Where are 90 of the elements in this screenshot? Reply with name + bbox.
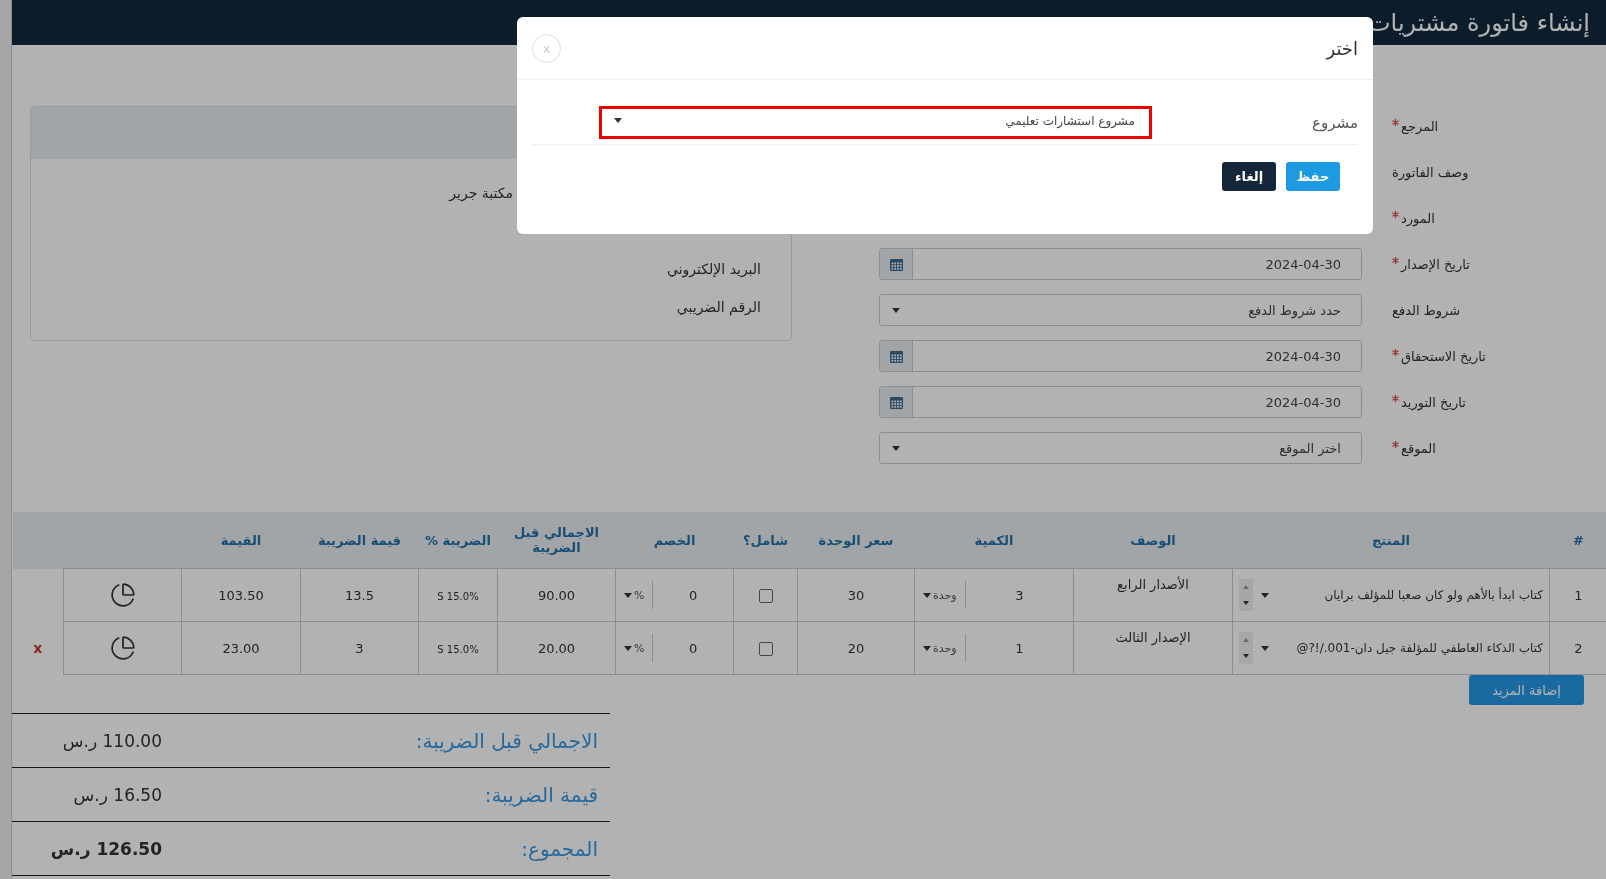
required-asterisk-icon xyxy=(1392,394,1399,402)
required-asterisk-icon xyxy=(1392,118,1399,126)
select-field[interactable]: اختر الموقع xyxy=(879,432,1362,464)
table-cell: 2 xyxy=(1549,621,1606,675)
caret-icon xyxy=(892,445,900,451)
discount-type-select[interactable]: % xyxy=(616,588,653,602)
checkbox[interactable] xyxy=(758,641,773,656)
table-cell: الأصدار الرابع xyxy=(1073,568,1233,622)
column-header: الكمية xyxy=(914,512,1074,569)
discount-value: 0 xyxy=(688,640,699,656)
quantity-value: 1 xyxy=(1014,640,1025,656)
field-label: شروط الدفع xyxy=(1392,302,1461,318)
unit-select[interactable]: وحدة xyxy=(915,588,965,602)
total-amount: 16.50 ر.س xyxy=(72,784,162,805)
required-asterisk-icon xyxy=(1392,440,1399,448)
table-cell: 30 xyxy=(797,568,915,622)
select-field[interactable]: حدد شروط الدفع xyxy=(879,294,1362,326)
unit-select[interactable]: وحدة xyxy=(915,641,965,655)
field-label: الموقع xyxy=(1401,440,1436,456)
required-asterisk-icon xyxy=(1392,256,1399,264)
date-field[interactable]: 2024-04-30 xyxy=(879,386,1362,418)
column-header: قيمة الضريبة xyxy=(300,512,419,569)
field-label: مشروع xyxy=(1311,113,1358,132)
column-header: المنتج xyxy=(1232,512,1550,569)
quantity-value: 3 xyxy=(1014,587,1025,603)
calendar-button[interactable] xyxy=(880,341,913,371)
total-label: قيمة الضريبة: xyxy=(484,782,598,807)
delete-button[interactable]: x xyxy=(33,640,43,656)
spinner-arrows-icon[interactable] xyxy=(1239,579,1253,611)
caret-icon xyxy=(614,118,622,123)
table-cell: 90.00 xyxy=(497,568,616,622)
date-field[interactable]: 2024-04-30 xyxy=(879,340,1362,372)
pie-chart-icon[interactable] xyxy=(109,635,136,661)
required-asterisk-icon xyxy=(1392,210,1399,218)
field-label: تاريخ الإصدار xyxy=(1401,256,1470,272)
column-header: الخصم xyxy=(615,512,734,569)
column-header: القيمة xyxy=(181,512,301,569)
info-label: الرقم الضريبي xyxy=(675,299,761,315)
product-name: كتاب ابدأ بالأهم ولو كان صعبا للمؤلف برايان xyxy=(1323,588,1543,602)
calendar-icon xyxy=(889,349,903,363)
table-cell: 23.00 xyxy=(181,621,301,675)
column-header: شامل؟ xyxy=(733,512,798,569)
table-cell: 20 xyxy=(797,621,915,675)
total-amount: 110.00 ر.س xyxy=(61,730,162,751)
caret-icon xyxy=(923,645,931,651)
column-header: # xyxy=(1549,512,1606,569)
field-label: المورد xyxy=(1401,210,1435,226)
table-cell: 3 xyxy=(300,621,419,675)
tax-rate-select[interactable]: S 15.0% xyxy=(437,590,479,602)
discount-type-select[interactable]: % xyxy=(616,641,653,655)
field-label: وصف الفاتورة xyxy=(1392,164,1469,180)
tax-rate-select[interactable]: S 15.0% xyxy=(437,643,479,655)
caret-icon xyxy=(923,592,931,598)
table-cell: 13.5 xyxy=(300,568,419,622)
table-cell: 20.00 xyxy=(497,621,616,675)
checkbox[interactable] xyxy=(758,588,773,603)
calendar-icon xyxy=(889,395,903,409)
column-header: الوصف xyxy=(1073,512,1233,569)
caret-icon xyxy=(624,645,632,651)
modal-button[interactable]: إلغاء xyxy=(1222,162,1276,191)
product-name: كتاب الذكاء العاطفي للمؤلفة جيل دان-001./!?@ xyxy=(1295,641,1543,655)
table-cell: الإصدار الثالث xyxy=(1073,621,1233,675)
caret-icon xyxy=(892,307,900,313)
field-label: تاريخ الاستحقاق xyxy=(1401,348,1486,364)
dropdown-caret-icon xyxy=(1261,592,1269,598)
page-title: إنشاء فاتورة مشتريات xyxy=(1368,8,1590,37)
total-amount: 126.50 ر.س xyxy=(49,838,162,859)
field-label: المرجع xyxy=(1401,118,1439,134)
total-label: الاجمالي قبل الضريبة: xyxy=(415,728,598,753)
caret-icon xyxy=(624,592,632,598)
total-label: المجموع: xyxy=(521,836,598,861)
info-label: البريد الإلكتروني xyxy=(666,261,761,277)
discount-value: 0 xyxy=(688,587,699,603)
calendar-button[interactable] xyxy=(880,387,913,417)
calendar-icon xyxy=(889,257,903,271)
table-cell: 1 xyxy=(1549,568,1606,622)
pie-chart-icon[interactable] xyxy=(109,582,136,608)
modal-title: اختر xyxy=(1326,37,1358,59)
column-header: سعر الوحدة xyxy=(797,512,915,569)
required-asterisk-icon xyxy=(1392,348,1399,356)
table-cell: 103.50 xyxy=(181,568,301,622)
supplier-name: مكتبة جرير xyxy=(449,185,513,201)
dropdown-caret-icon xyxy=(1261,645,1269,651)
field-label: تاريخ التوريد xyxy=(1401,394,1466,410)
project-select[interactable]: مشروع استشارات تعليمي xyxy=(599,106,1152,139)
calendar-button[interactable] xyxy=(880,249,913,279)
column-header: الضريبة % xyxy=(418,512,498,569)
date-field[interactable]: 2024-04-30 xyxy=(879,248,1362,280)
column-header: الاجمالي قبل الضريبة xyxy=(497,512,616,569)
spinner-arrows-icon[interactable] xyxy=(1239,632,1253,664)
